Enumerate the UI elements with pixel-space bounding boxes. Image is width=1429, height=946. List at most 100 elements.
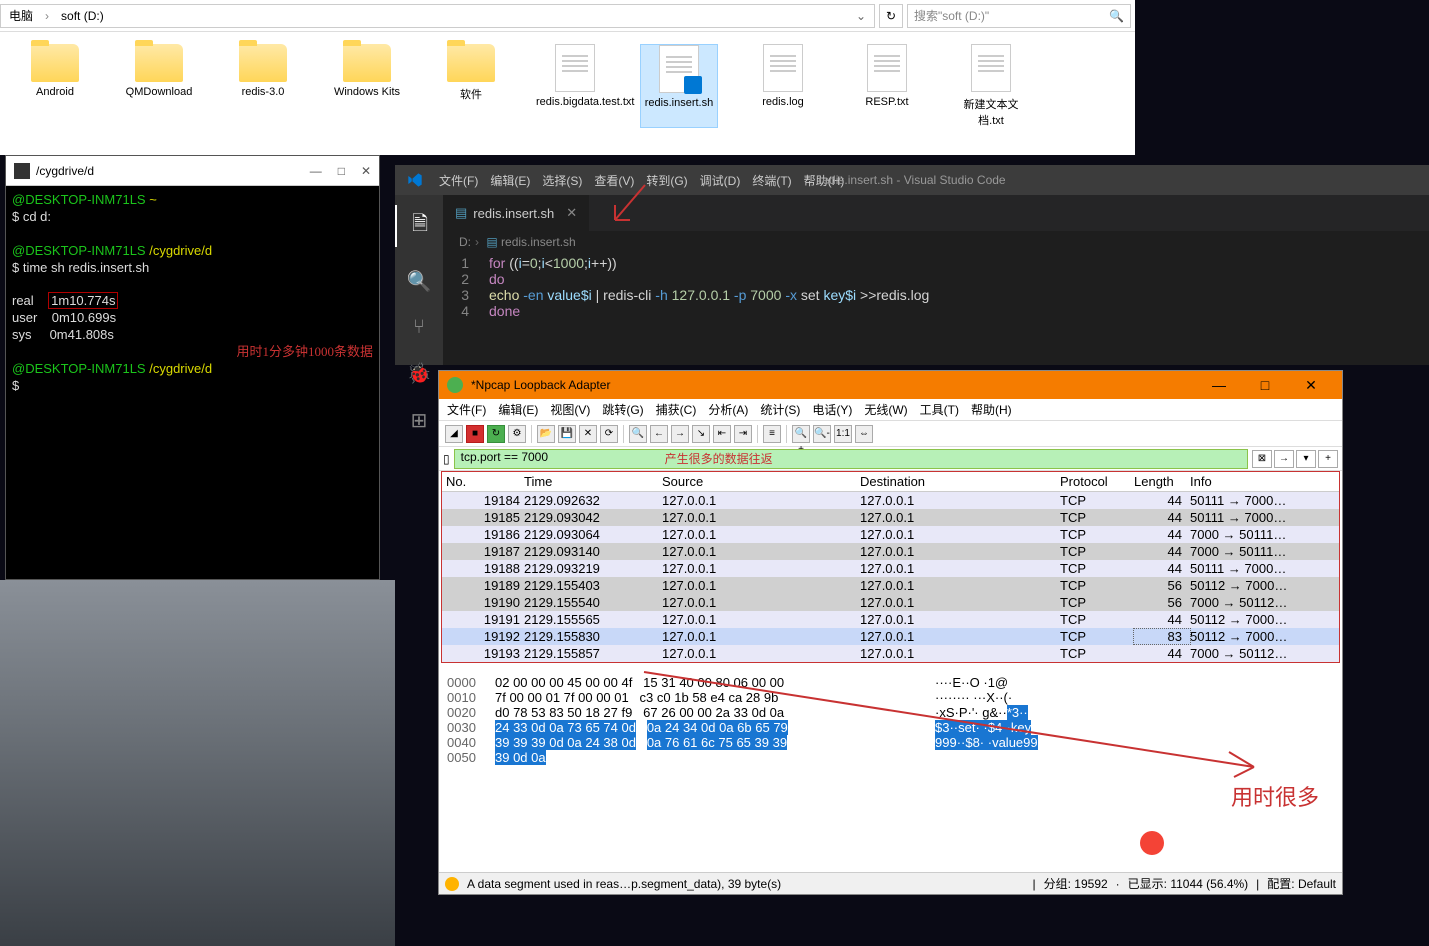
save-button[interactable]: 💾 — [558, 425, 576, 443]
file-item[interactable]: Windows Kits — [328, 44, 406, 128]
maximize-button[interactable]: □ — [1242, 377, 1288, 394]
filter-history-button[interactable]: ▾ — [1296, 450, 1316, 468]
stop-capture-button[interactable]: ■ — [466, 425, 484, 443]
bookmark-icon[interactable]: ▯ — [443, 452, 450, 466]
real-time-value: 1m10.774s — [48, 292, 118, 309]
display-filter-input[interactable]: tcp.port == 7000 产生很多的数据往返 — [454, 449, 1248, 469]
menu-item[interactable]: 帮助(H) — [971, 403, 1012, 417]
zoom-in-button[interactable]: 🔍+ — [792, 425, 810, 443]
file-item[interactable]: redis.insert.sh — [640, 44, 718, 128]
open-button[interactable]: 📂 — [537, 425, 555, 443]
menu-item[interactable]: 视图(V) — [550, 403, 590, 417]
packet-row[interactable]: 191922129.155830127.0.0.1127.0.0.1TCP835… — [442, 628, 1339, 645]
last-button[interactable]: ⇥ — [734, 425, 752, 443]
close-tab-icon[interactable]: ✕ — [566, 205, 577, 221]
file-item[interactable]: QMDownload — [120, 44, 198, 128]
menu-item[interactable]: 跳转(G) — [602, 403, 643, 417]
code-editor[interactable]: 1for ((i=0;i<1000;i++)) 2do 3echo -en va… — [443, 253, 1429, 321]
search-input[interactable]: 搜索"soft (D:)" 🔍 — [907, 4, 1131, 28]
expert-info-icon[interactable] — [445, 877, 459, 891]
autoscroll-button[interactable]: ≡ — [763, 425, 781, 443]
wireshark-menubar: 文件(F) 编辑(E) 视图(V) 跳转(G) 捕获(C) 分析(A) 统计(S) 电话(Y)… — [439, 399, 1342, 421]
col-time[interactable]: Time — [524, 474, 662, 489]
close-button[interactable]: ✕ — [361, 164, 371, 178]
file-item[interactable]: Android — [16, 44, 94, 128]
packet-row[interactable]: 191862129.093064127.0.0.1127.0.0.1TCP447… — [442, 526, 1339, 543]
dropdown-icon[interactable]: ⌄ — [852, 9, 870, 23]
file-item[interactable]: redis-3.0 — [224, 44, 302, 128]
close-button[interactable]: ✕ — [1288, 377, 1334, 394]
source-control-icon[interactable]: ⑂ — [413, 316, 425, 339]
zoom-reset-button[interactable]: 1:1 — [834, 425, 852, 443]
file-label: Windows Kits — [328, 86, 406, 98]
refresh-button[interactable]: ↻ — [879, 4, 903, 28]
prev-button[interactable]: ← — [650, 425, 668, 443]
packet-row[interactable]: 191842129.092632127.0.0.1127.0.0.1TCP445… — [442, 492, 1339, 509]
explorer-icon[interactable]: 🗎 — [395, 205, 443, 247]
zoom-out-button[interactable]: 🔍- — [813, 425, 831, 443]
add-filter-button[interactable]: + — [1318, 450, 1338, 468]
first-button[interactable]: ⇤ — [713, 425, 731, 443]
hex-dump-pane[interactable]: 000002 00 00 00 45 00 00 4f 15 31 40 00 … — [439, 671, 1342, 769]
start-capture-button[interactable]: ◢ — [445, 425, 463, 443]
wireshark-statusbar: A data segment used in reas…p.segment_da… — [439, 872, 1342, 894]
apply-filter-button[interactable]: → — [1274, 450, 1294, 468]
minimize-button[interactable]: — — [310, 164, 322, 178]
packet-row[interactable]: 191932129.155857127.0.0.1127.0.0.1TCP447… — [442, 645, 1339, 662]
maximize-button[interactable]: □ — [338, 164, 345, 178]
menu-item[interactable]: 电话(Y) — [812, 403, 852, 417]
col-no[interactable]: No. — [442, 474, 524, 489]
col-source[interactable]: Source — [662, 474, 860, 489]
file-item[interactable]: RESP.txt — [848, 44, 926, 128]
packet-row[interactable]: 191912129.155565127.0.0.1127.0.0.1TCP445… — [442, 611, 1339, 628]
menu-item[interactable]: 选择(S) — [542, 174, 582, 188]
path-part[interactable]: 电脑 — [5, 7, 37, 24]
menu-item[interactable]: 分析(A) — [708, 403, 748, 417]
packet-row[interactable]: 191872129.093140127.0.0.1127.0.0.1TCP447… — [442, 543, 1339, 560]
timing-annotation-2: 用时很多 — [1231, 780, 1319, 812]
file-item[interactable]: redis.bigdata.test.txt — [536, 44, 614, 128]
file-item[interactable]: 软件 — [432, 44, 510, 128]
find-button[interactable]: 🔍 — [629, 425, 647, 443]
menu-item[interactable]: 文件(F) — [447, 403, 486, 417]
col-info[interactable]: Info — [1190, 474, 1339, 489]
search-icon[interactable]: 🔍 — [1109, 9, 1124, 23]
path-part[interactable]: soft (D:) — [57, 9, 108, 23]
file-item[interactable]: redis.log — [744, 44, 822, 128]
packet-row[interactable]: 191852129.093042127.0.0.1127.0.0.1TCP445… — [442, 509, 1339, 526]
packet-row[interactable]: 191892129.155403127.0.0.1127.0.0.1TCP565… — [442, 577, 1339, 594]
close-file-button[interactable]: ✕ — [579, 425, 597, 443]
menu-item[interactable]: 捕获(C) — [656, 403, 697, 417]
wireshark-window: *Npcap Loopback Adapter — □ ✕ 文件(F)编辑(E)… — [438, 370, 1343, 895]
col-destination[interactable]: Destination — [860, 474, 1060, 489]
file-item[interactable]: 新建文本文档.txt — [952, 44, 1030, 128]
restart-capture-button[interactable]: ↻ — [487, 425, 505, 443]
menu-item[interactable]: 查看(V) — [594, 174, 634, 188]
debug-icon[interactable]: 🐞 — [407, 361, 432, 386]
menu-item[interactable]: 无线(W) — [864, 403, 907, 417]
menu-item[interactable]: 转到(G) — [646, 174, 687, 188]
extensions-icon[interactable]: ⊞ — [411, 408, 428, 433]
minimize-button[interactable]: — — [1196, 377, 1242, 394]
clear-filter-button[interactable]: ⊠ — [1252, 450, 1272, 468]
menu-item[interactable]: 工具(T) — [920, 403, 959, 417]
goto-button[interactable]: ↘ — [692, 425, 710, 443]
breadcrumb[interactable]: D:› ▤ redis.insert.sh — [443, 231, 1429, 253]
editor-tab[interactable]: ▤ redis.insert.sh ✕ — [443, 195, 589, 231]
options-button[interactable]: ⚙ — [508, 425, 526, 443]
search-icon[interactable]: 🔍 — [407, 269, 432, 294]
menu-item[interactable]: 统计(S) — [760, 403, 800, 417]
menu-item[interactable]: 编辑(E) — [498, 403, 538, 417]
menu-item[interactable]: 文件(F) — [439, 174, 478, 188]
col-protocol[interactable]: Protocol — [1060, 474, 1134, 489]
menu-item[interactable]: 编辑(E) — [490, 174, 530, 188]
terminal-output[interactable]: @DESKTOP-INM71LS ~ $ cd d: @DESKTOP-INM7… — [6, 186, 379, 401]
resize-columns-button[interactable]: ⇔ — [855, 425, 873, 443]
next-button[interactable]: → — [671, 425, 689, 443]
packet-row[interactable]: 191902129.155540127.0.0.1127.0.0.1TCP567… — [442, 594, 1339, 611]
col-length[interactable]: Length — [1134, 474, 1190, 489]
packet-row[interactable]: 191882129.093219127.0.0.1127.0.0.1TCP445… — [442, 560, 1339, 577]
status-packets: 分组: 19592 — [1044, 875, 1108, 892]
path-breadcrumb[interactable]: 电脑 soft (D:) ⌄ — [0, 4, 875, 28]
reload-button[interactable]: ⟳ — [600, 425, 618, 443]
